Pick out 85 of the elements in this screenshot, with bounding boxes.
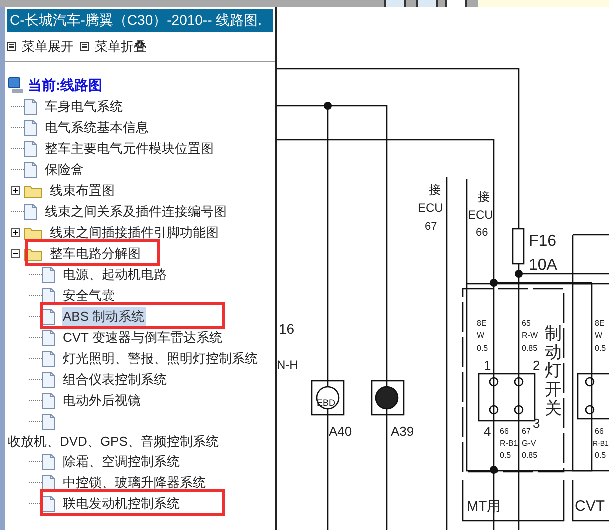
diagram-label: 0.85	[522, 451, 538, 460]
document-icon	[42, 414, 55, 430]
collapse-icon[interactable]	[11, 249, 20, 258]
menu-link[interactable]: 菜单折叠	[80, 36, 147, 56]
diagram-label: 8E	[595, 319, 605, 328]
tree-item[interactable]: 电动外后视镜	[62, 390, 142, 410]
document-icon	[24, 140, 37, 156]
window-button[interactable]	[416, 0, 438, 7]
diagram-label: 3	[533, 416, 540, 431]
tree-item[interactable]: 收放机、DVD、GPS、音频控制系统	[7, 432, 220, 452]
document-icon	[42, 496, 55, 512]
diagram-label: 16	[279, 321, 295, 337]
diagram-label: 8E	[477, 319, 487, 328]
tree-item[interactable]: 灯光照明、警报、照明灯控制系统	[62, 348, 259, 368]
window-button[interactable]	[384, 0, 406, 7]
diagram-label: 67	[425, 221, 438, 233]
diagram-label: ECU	[418, 201, 444, 215]
diagram-label: 0.5	[595, 344, 606, 353]
tree-item[interactable]: 除霜、空调控制系统	[62, 452, 181, 472]
tree-item[interactable]: 电气系统基本信息	[44, 118, 150, 138]
diagram-label: 接	[429, 183, 441, 197]
diagram-label: 1	[484, 358, 492, 373]
tree-item[interactable]: 中控锁、玻璃升降器系统	[62, 472, 207, 492]
diagram-label: G-V	[522, 439, 536, 448]
tree-item[interactable]: 线束之间关系及插件连接编号图	[44, 202, 228, 222]
document-icon	[42, 288, 55, 304]
document-icon	[42, 474, 55, 490]
document-icon	[42, 350, 55, 366]
tree-item[interactable]: 车身电气系统	[44, 96, 124, 116]
tree-item[interactable]: 安全气囊	[62, 286, 116, 306]
tree-item[interactable]: 整车电路分解图	[49, 244, 142, 264]
panel-title: C-长城汽车-腾翼（C30）-2010-- 线路图.	[7, 9, 273, 32]
diagram-label: R-B1	[500, 439, 518, 448]
tree-root-label[interactable]: 当前:线路图	[28, 75, 103, 96]
diagram-label: 2	[533, 358, 540, 373]
tree-item[interactable]: 线束之间插接插件引脚功能图	[49, 222, 220, 242]
diagram-label: W	[595, 331, 603, 340]
document-icon	[42, 330, 55, 346]
diagram-label: 0.5	[500, 451, 512, 460]
diagram-label: 66	[476, 227, 488, 239]
diagram-label: 接	[478, 190, 490, 204]
diagram-label: 0.5	[477, 344, 488, 353]
document-icon	[42, 372, 55, 388]
document-icon	[24, 120, 37, 136]
tree-item[interactable]: 电源、起动机电路	[62, 264, 168, 284]
document-icon	[42, 308, 55, 324]
diagram-label: 67	[522, 427, 531, 436]
collapse-box-icon	[7, 42, 16, 51]
folder-icon	[24, 184, 42, 198]
diagram-label: 4	[484, 424, 492, 439]
diagram-label: A40	[329, 424, 352, 439]
document-icon	[24, 162, 37, 178]
diagram-label: 10A	[529, 257, 558, 274]
menu-link[interactable]: 菜单展开	[7, 36, 74, 56]
diagram-label: 0.85	[522, 344, 538, 353]
diagram-label: ECU	[468, 208, 494, 222]
tree-item[interactable]: 联电发动机控制系统	[62, 494, 181, 514]
tree-item[interactable]: CVT 变速器与倒车雷达系统	[62, 328, 224, 348]
diagram-label: A39	[391, 424, 414, 439]
folder-icon	[24, 226, 42, 240]
expand-icon[interactable]	[11, 228, 20, 237]
diagram-label: CVT	[575, 498, 605, 515]
tree-item[interactable]: ABS 制动系统	[62, 306, 146, 326]
tree-item[interactable]: 整车主要电气元件模块位置图	[44, 138, 215, 158]
document-icon	[42, 454, 55, 470]
document-icon	[42, 266, 55, 282]
switch-label: 制动灯开关	[545, 325, 562, 418]
diagram-label: 66	[595, 427, 604, 436]
expand-icon[interactable]	[11, 186, 20, 195]
tree-item[interactable]: 组合仪表控制系统	[62, 370, 168, 390]
tree-item[interactable]: 保险盒	[44, 160, 85, 180]
tree-item[interactable]: 线束布置图	[49, 180, 116, 200]
diagram-label: R-W	[522, 331, 538, 340]
document-icon	[24, 98, 37, 114]
document-icon	[42, 392, 55, 408]
collapse-box-icon	[80, 42, 89, 51]
diagram-label: F16	[529, 233, 557, 250]
computer-icon	[8, 77, 24, 94]
document-icon	[24, 204, 37, 220]
diagram-label: 65	[522, 319, 531, 328]
diagram-label: W	[477, 331, 485, 340]
diagram-label: 66	[500, 427, 509, 436]
diagram-label: 0.5	[595, 451, 606, 460]
window-button[interactable]	[445, 0, 467, 7]
diagram-label: N-H	[277, 358, 298, 372]
